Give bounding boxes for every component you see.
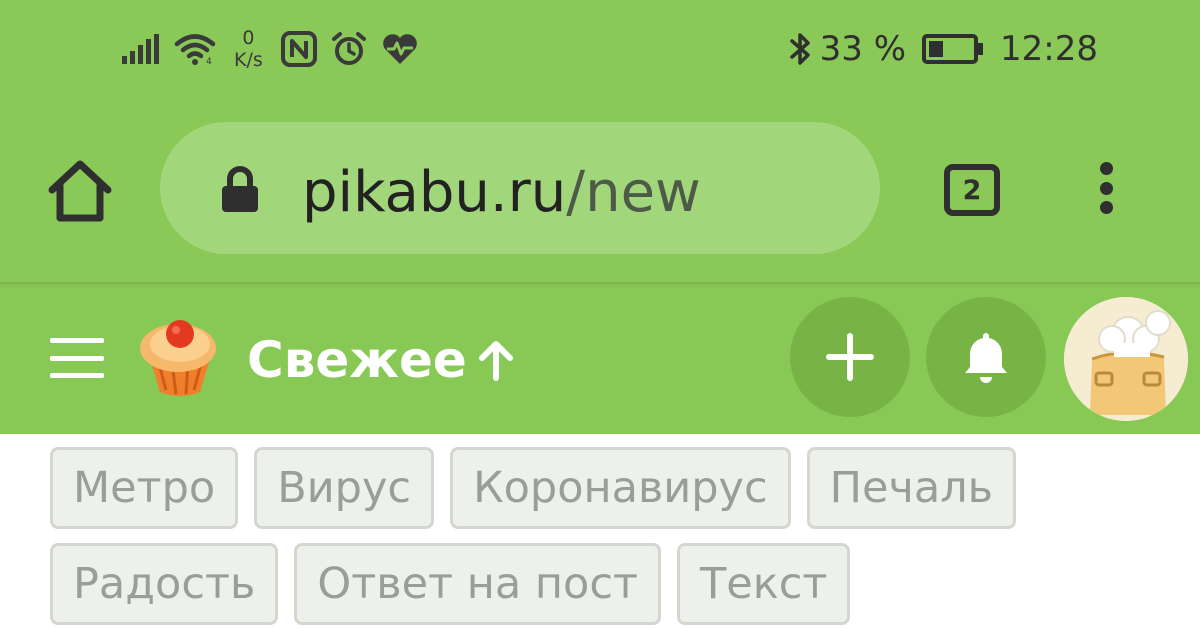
network-speed-unit: K/s (234, 49, 263, 71)
signal-icon (122, 34, 160, 64)
tag-chip[interactable]: Вирус (254, 447, 435, 529)
tabs-button[interactable]: 2 (940, 160, 1004, 220)
tag-chip[interactable]: Текст (677, 543, 851, 625)
tag-chip[interactable]: Коронавирус (450, 447, 791, 529)
add-post-button[interactable] (790, 297, 910, 417)
url-text[interactable]: pikabu.ru/new (302, 158, 701, 228)
tag-list: Метро Вирус Коронавирус Печаль Радость О… (50, 447, 1190, 628)
avatar-chef-icon (1064, 297, 1188, 421)
status-right-group: 33 % 12:28 (788, 24, 1098, 74)
battery-icon (922, 34, 984, 64)
wifi-icon: 4 (174, 33, 216, 65)
health-heart-icon (381, 32, 419, 66)
arrow-up-icon[interactable] (472, 336, 520, 384)
cupcake-logo-icon[interactable] (134, 310, 226, 400)
more-vert-icon (1099, 162, 1113, 214)
tag-chip[interactable]: Радость (50, 543, 279, 625)
nfc-icon (280, 31, 317, 67)
tabs-icon: 2 (944, 164, 1000, 216)
user-avatar[interactable] (1064, 297, 1188, 421)
hamburger-menu-icon[interactable] (50, 338, 104, 378)
bell-icon (965, 333, 1007, 383)
tag-chip[interactable]: Ответ на пост (294, 543, 662, 625)
alarm-icon (331, 31, 367, 67)
plus-icon (826, 333, 874, 381)
lock-icon (220, 166, 260, 214)
battery-percent: 33 % (819, 29, 907, 69)
notifications-button[interactable] (926, 297, 1046, 417)
tag-chip[interactable]: Печаль (806, 447, 1017, 529)
tab-count: 2 (962, 174, 982, 206)
status-bar: 4 0 K/s 33 % 12:28 (0, 0, 1200, 100)
network-speed-value: 0 (242, 27, 255, 49)
url-host: pikabu.ru (302, 160, 567, 225)
bluetooth-icon (788, 31, 812, 67)
browser-menu-button[interactable] (1086, 158, 1126, 218)
home-icon (48, 160, 112, 222)
page-title[interactable]: Свежее (247, 330, 467, 390)
url-path: /new (566, 160, 701, 225)
network-speed: 0 K/s (234, 27, 263, 71)
svg-text:4: 4 (206, 57, 212, 65)
status-left-group: 4 0 K/s (122, 24, 419, 74)
home-button[interactable] (44, 158, 116, 224)
clock-time: 12:28 (1000, 29, 1098, 69)
tag-row-2: Радость Ответ на пост Текст (50, 543, 1190, 625)
tag-chip[interactable]: Метро (50, 447, 239, 529)
tag-row-1: Метро Вирус Коронавирус Печаль (50, 447, 1190, 529)
